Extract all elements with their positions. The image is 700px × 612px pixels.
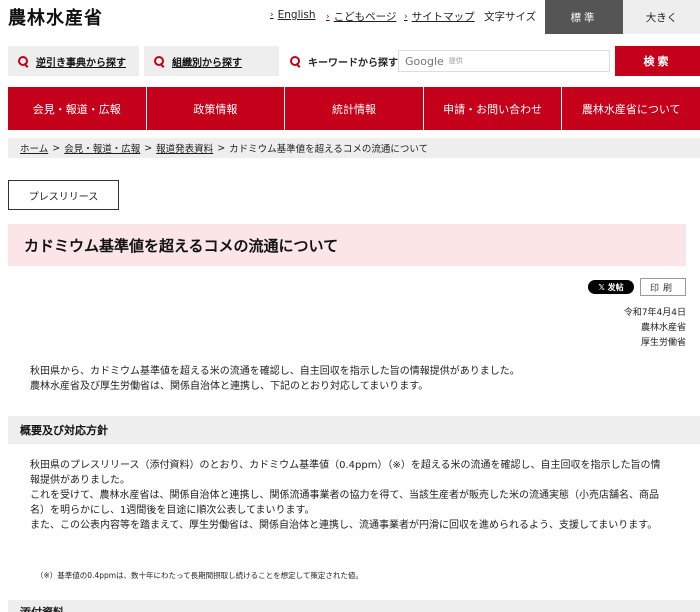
section-body: 秋田県のプレスリリース（添付資料）のとおり、カドミウム基準値（0.4ppm）（※… [30,458,665,533]
search-icon [290,55,301,67]
intro-paragraph: 秋田県から、カドミウム基準値を超える米の流通を確認し、自主回収を指示した旨の情報… [30,366,520,377]
nav-about[interactable]: 農林水産省について [562,87,700,130]
site-header: 農林水産省 › English › こどもページ › サイトマップ 文字サイズ 標準 … [0,0,700,34]
english-link[interactable]: › English [270,9,316,21]
section-paragraph: 秋田県のプレスリリース（添付資料）のとおり、カドミウム基準値（0.4ppm）（※… [30,460,661,486]
page-title-box: カドミウム基準値を超えるコメの流通について [8,224,686,266]
section-heading: 概要及び対応方針 [8,416,700,444]
nav-statistics[interactable]: 統計情報 [285,87,424,130]
font-size-label: 文字サイズ [484,11,537,23]
org-search-button[interactable]: 組織別から探す [144,46,279,76]
nav-policy[interactable]: 政策情報 [147,87,286,130]
print-button[interactable]: 印刷 [640,278,686,296]
page-title: カドミウム基準値を超えるコメの流通について [24,236,339,255]
font-size-large-button[interactable]: 大きく [623,0,700,34]
press-release-badge: プレスリリース [8,180,119,210]
breadcrumb: ホーム > 会見・報道・広報 > 報道発表資料 > カドミウム基準値を超えるコメの流通… [8,138,700,158]
global-nav: 会見・報道・広報 政策情報 統計情報 申請・お問い合わせ 農林水産省について [8,87,700,130]
x-post-button[interactable]: 𝕏 发帖 [588,280,634,294]
intro-text: 秋田県から、カドミウム基準値を超える米の流通を確認し、自主回収を指示した旨の情報… [30,364,670,394]
keyword-search-label: キーワードから探す [290,46,398,76]
release-org-maff: 農林水産省 [640,323,686,333]
section-paragraph: これを受けて、農林水産省は、関係自治体と連携し、関係流通事業者の協力を得て、当該… [30,490,659,516]
breadcrumb-separator: > [144,142,153,154]
search-button[interactable]: 検索 [615,46,700,76]
google-logo: Google [405,54,444,68]
attachments-heading: 添付資料 [8,600,700,612]
breadcrumb-separator: > [217,142,226,154]
font-size-standard-button[interactable]: 標準 [545,0,623,34]
breadcrumb-press[interactable]: 会見・報道・広報 [64,141,140,155]
section-paragraph: また、この公表内容等を踏まえて、厚生労働省は、関係自治体と連携し、流通事業者が円… [30,520,658,531]
chevron-right-icon: › [270,10,274,20]
site-logo[interactable]: 農林水産省 [8,4,103,30]
release-meta: 令和7年4月4日 農林水産省 厚生労働省 [624,306,686,351]
breadcrumb-releases[interactable]: 報道発表資料 [156,141,213,155]
keyword-search-input[interactable]: Google 提供 [398,50,610,72]
footnote: （※）基準値の0.4ppmは、数十年にわたって長期間摂取し続けることを想定して策… [36,571,363,580]
nav-press[interactable]: 会見・報道・広報 [8,87,147,130]
sitemap-link[interactable]: › サイトマップ [404,9,475,24]
intro-paragraph: 農林水産省及び厚生労働省は、関係自治体と連携し、下記のとおり対応してまいります。 [30,381,429,392]
breadcrumb-separator: > [52,142,61,154]
breadcrumb-home[interactable]: ホーム [20,141,48,155]
chevron-right-icon: › [326,11,330,22]
search-row: 逆引き事典から探す 組織別から探す キーワードから探す Google 提供 検索 [0,46,700,78]
release-date: 令和7年4月4日 [623,308,686,318]
search-icon [18,55,29,67]
kids-page-link[interactable]: › こどもページ [326,9,396,24]
nav-applications[interactable]: 申請・お問い合わせ [424,87,563,130]
release-org-mhlw: 厚生労働省 [640,338,686,348]
reverse-index-search-button[interactable]: 逆引き事典から探す [8,46,139,76]
chevron-right-icon: › [404,11,408,22]
search-icon [154,55,165,67]
breadcrumb-current: カドミウム基準値を超えるコメの流通について [229,144,429,155]
